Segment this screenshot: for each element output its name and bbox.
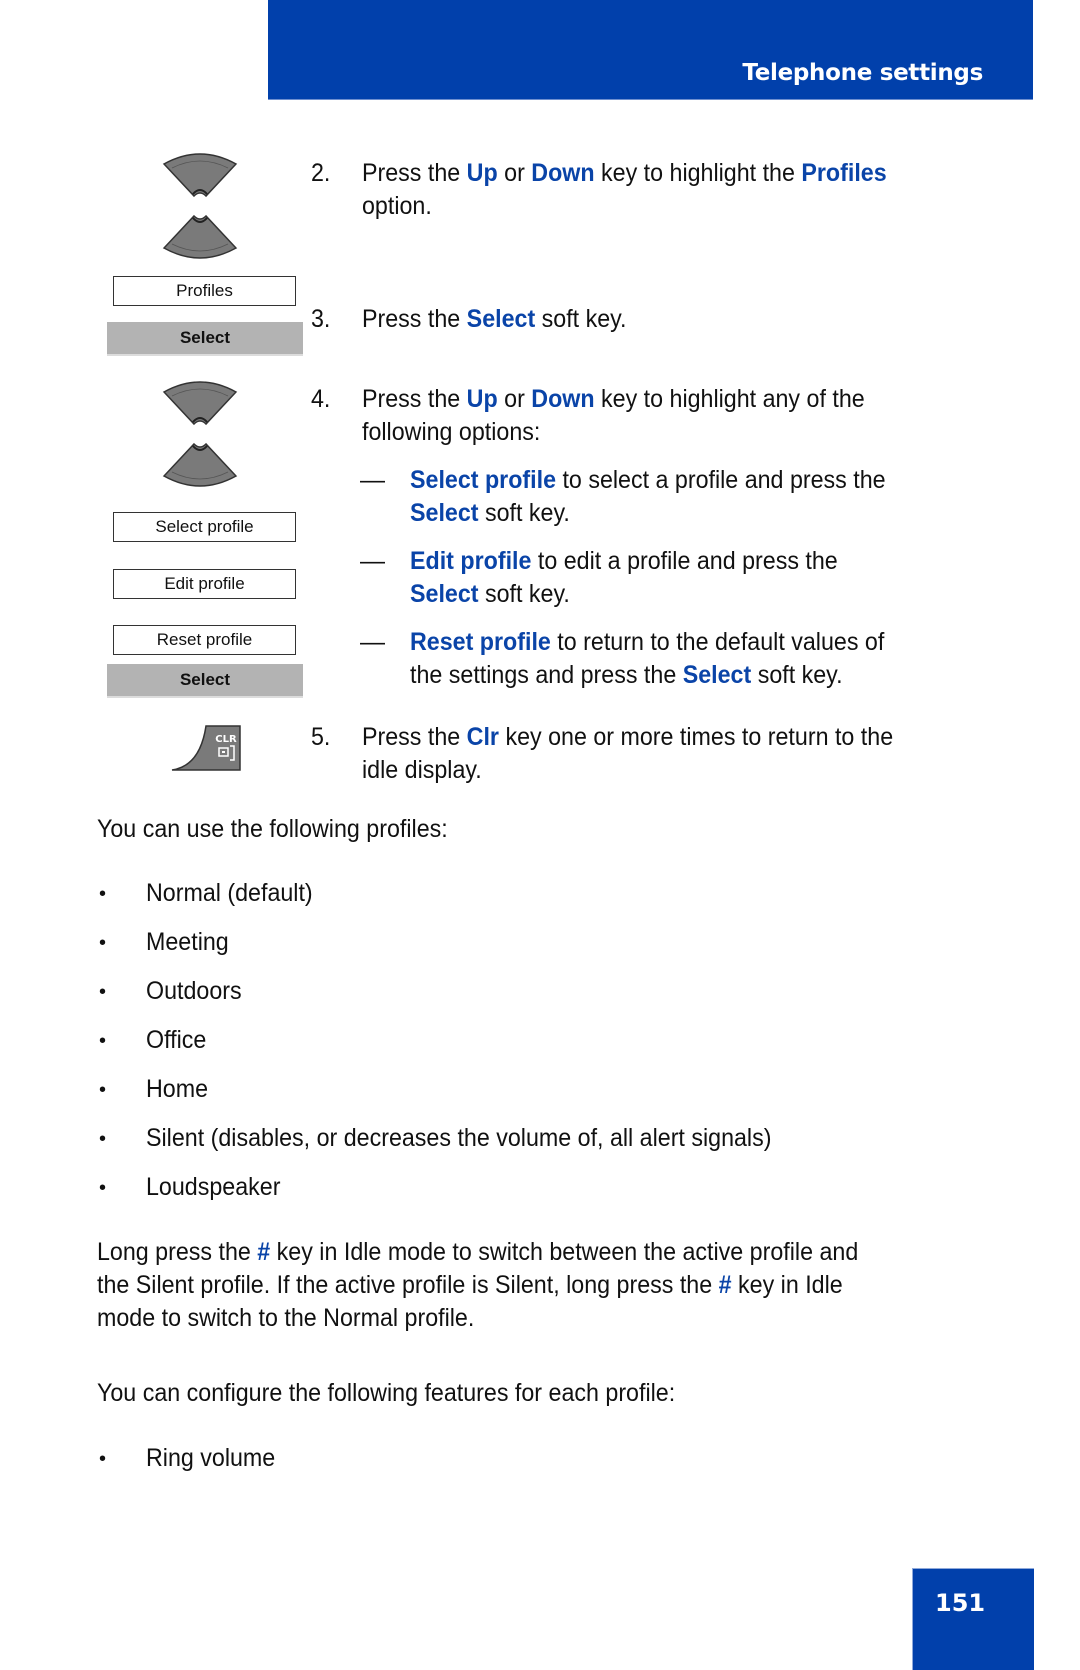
list-item: Normal (default) [146,879,313,907]
clr-key-label: CLR [215,734,237,745]
clear-key-icon: CLR [171,725,241,771]
screen-item-reset-profile: Reset profile [113,625,296,655]
step-4-text-line2: following options: [362,418,541,446]
up-key-ref: Up [466,385,498,413]
option-edit-profile: Edit profile to edit a profile and press… [410,547,838,575]
step-number: 5. [311,723,331,751]
list-item: Office [146,1026,207,1054]
list-item: Loudspeaker [146,1173,281,1201]
option-select-profile: Select profile to select a profile and p… [410,466,886,494]
down-key-icon [162,214,238,259]
step-number: 4. [311,385,331,413]
chapter-title: Telephone settings [742,60,983,86]
hash-key-ref: # [718,1271,732,1299]
down-key-ref: Down [531,159,595,187]
chapter-header-band: Telephone settings [268,0,1033,100]
option-select-profile-line2: Select soft key. [410,499,570,527]
down-key-ref: Down [531,385,595,413]
step-number: 3. [311,305,331,333]
select-softkey-ref: Select [466,305,536,333]
page-number: 151 [935,1589,986,1617]
option-dash: — [360,547,385,575]
profiles-intro: You can use the following profiles: [97,815,448,843]
list-item: Meeting [146,928,229,956]
bullet: • [99,1128,107,1150]
profiles-option-ref: Profiles [801,159,887,187]
step-5-text-line2: idle display. [362,756,482,784]
option-reset-profile-line2: the settings and press the Select soft k… [410,661,843,689]
long-press-paragraph-line3: mode to switch to the Normal profile. [97,1304,475,1332]
bullet: • [99,1177,107,1199]
list-item: Outdoors [146,977,242,1005]
bullet: • [99,932,107,954]
option-edit-profile-line2: Select soft key. [410,580,570,608]
bullet: • [99,1030,107,1052]
list-item: Ring volume [146,1444,276,1472]
hash-key-ref: # [257,1238,271,1266]
up-key-icon [162,153,238,198]
step-4-text: Press the Up or Down key to highlight an… [362,385,865,413]
bullet: • [99,1079,107,1101]
step-2-text-line2: option. [362,192,432,220]
select-softkey-label: Select [107,664,303,698]
bullet: • [99,883,107,905]
list-item: Home [146,1075,209,1103]
bullet: • [99,981,107,1003]
down-key-icon [162,442,238,487]
bullet: • [99,1448,107,1470]
clr-key-ref: Clr [466,723,499,751]
screen-item-select-profile: Select profile [113,512,296,542]
screen-item-profiles: Profiles [113,276,296,306]
step-number: 2. [311,159,331,187]
step-5-text: Press the Clr key one or more times to r… [362,723,894,751]
page-number-box: 151 [912,1568,1034,1670]
select-softkey-label: Select [107,322,303,356]
step-2-text: Press the Up or Down key to highlight th… [362,159,887,187]
step-3-text: Press the Select soft key. [362,305,627,333]
up-down-navigation-key-icon [162,381,238,487]
up-key-ref: Up [466,159,498,187]
features-intro: You can configure the following features… [97,1379,676,1407]
long-press-paragraph-line2: the Silent profile. If the active profil… [97,1271,843,1299]
screen-item-edit-profile: Edit profile [113,569,296,599]
option-reset-profile: Reset profile to return to the default v… [410,628,885,656]
up-down-navigation-key-icon [162,153,238,259]
up-key-icon [162,381,238,426]
long-press-paragraph-line1: Long press the # key in Idle mode to swi… [97,1238,859,1266]
option-dash: — [360,628,385,656]
list-item: Silent (disables, or decreases the volum… [146,1124,772,1152]
option-dash: — [360,466,385,494]
